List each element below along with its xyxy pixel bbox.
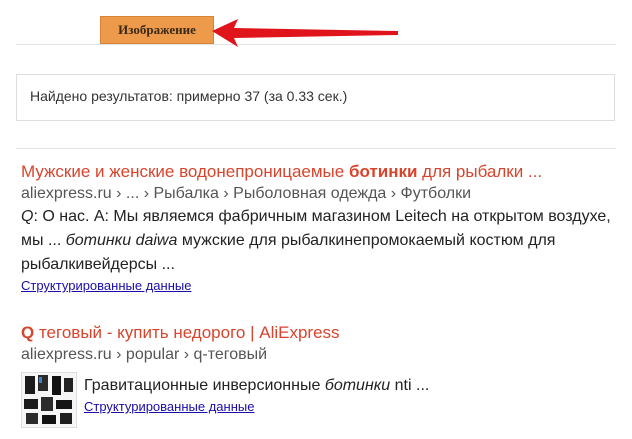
results-stats: Найдено результатов: примерно 37 (за 0.3…	[16, 74, 615, 121]
divider	[16, 148, 616, 149]
boots-product-thumbnail-icon	[22, 373, 76, 427]
result-snippet: Гравитационные инверсионные ботинки nti …	[84, 377, 430, 394]
search-result: Q теговый - купить недорого | AliExpress…	[21, 322, 621, 432]
result-url: aliexpress.ru › popular › q-теговый	[21, 346, 268, 363]
result-thumbnail[interactable]	[21, 372, 77, 428]
result-title-link[interactable]: Q теговый - купить недорого | AliExpress	[21, 322, 621, 344]
result-snippet: Q: О нас. A: Мы являемся фабричным магаз…	[21, 208, 611, 273]
tab-image[interactable]: Изображение	[100, 16, 214, 44]
annotation-arrow-icon	[212, 19, 398, 47]
search-result: Мужские и женские водонепроницаемые боти…	[21, 161, 621, 295]
structured-data-link[interactable]: Структурированные данные	[84, 398, 254, 416]
result-url: aliexpress.ru › ... › Рыбалка › Рыболовн…	[21, 185, 472, 202]
result-title-link[interactable]: Мужские и женские водонепроницаемые боти…	[21, 161, 621, 183]
structured-data-link[interactable]: Структурированные данные	[21, 277, 191, 295]
